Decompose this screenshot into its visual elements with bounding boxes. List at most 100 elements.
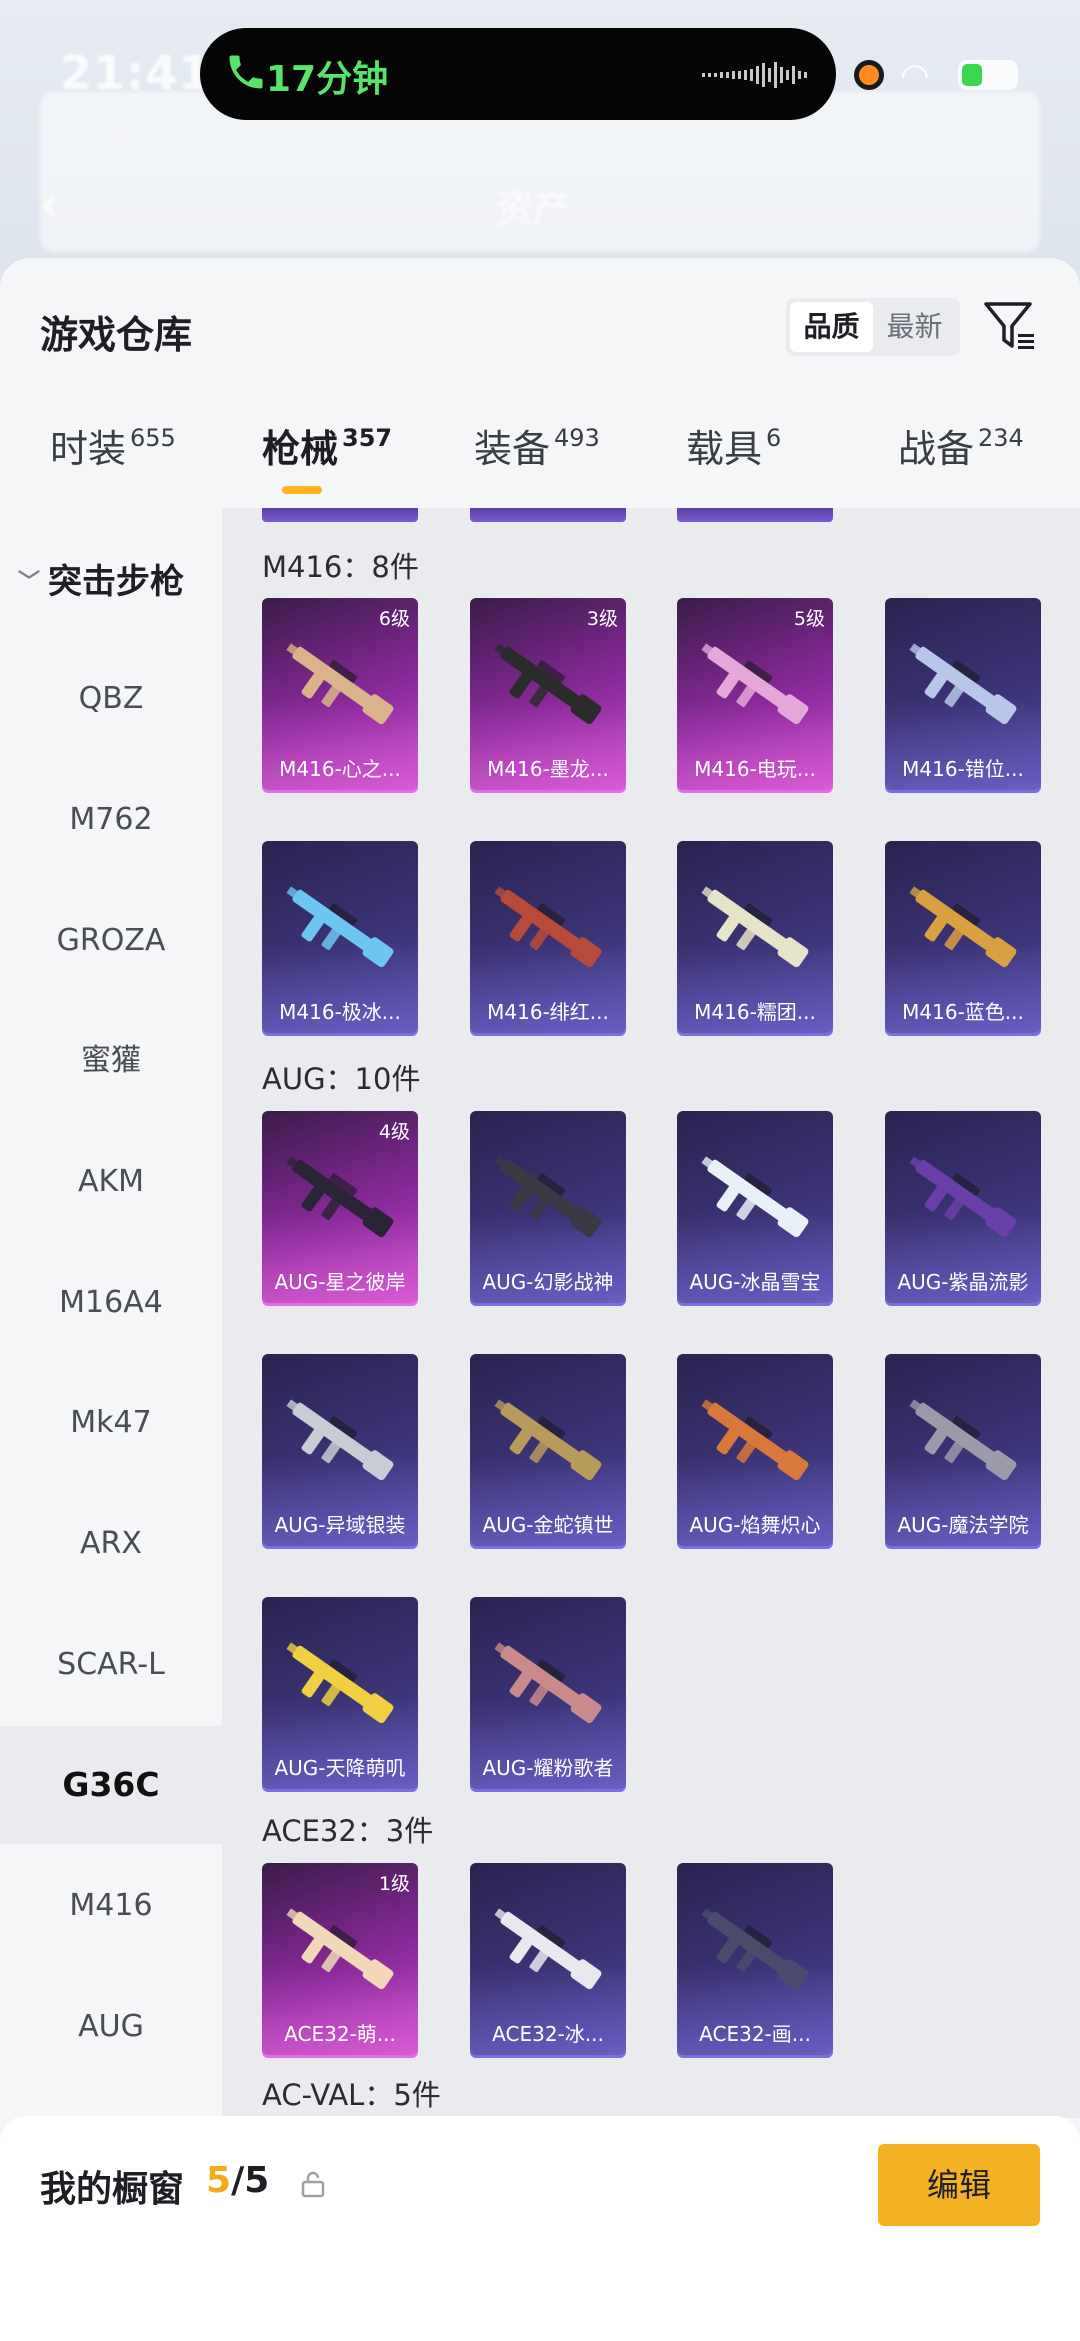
audio-wave-icon: [702, 62, 807, 88]
skin-card[interactable]: AUG-紫晶流影: [885, 1111, 1041, 1303]
skin-name: AUG-异域银装: [274, 1513, 406, 1537]
dynamic-island-call[interactable]: 17分钟: [200, 28, 836, 120]
skin-name: ACE32-萌...: [284, 2022, 396, 2046]
skin-card[interactable]: 3级 M416-墨龙...: [470, 598, 626, 790]
sidebar-item-m762[interactable]: M762: [0, 761, 222, 879]
skin-card[interactable]: ACE32-画...: [677, 1863, 833, 2055]
sidebar-item-honey-badger[interactable]: 蜜獾: [0, 1002, 222, 1120]
skin-card[interactable]: ACE32-冰...: [470, 1863, 626, 2055]
sidebar-item-m416[interactable]: M416: [0, 1847, 222, 1965]
tab-equipment[interactable]: 装备 493: [474, 418, 600, 508]
sidebar-item-arx[interactable]: ARX: [0, 1485, 222, 1603]
active-tab-indicator: [282, 486, 322, 494]
skin-name: M416-心之...: [279, 757, 401, 781]
tab-guns[interactable]: 枪械 357: [262, 418, 392, 508]
tab-label: 载具: [686, 427, 763, 471]
skin-card[interactable]: AUG-焰舞炽心: [677, 1354, 833, 1546]
wifi-icon: ◠: [900, 56, 930, 96]
sidebar-item-aug[interactable]: AUG: [0, 1968, 222, 2086]
rifle-icon: [286, 1908, 394, 1990]
skin-name: AUG-幻影战神: [482, 1270, 614, 1294]
skin-card[interactable]: 5级 M416-电玩...: [677, 598, 833, 790]
sidebar-item-g36c[interactable]: G36C: [0, 1726, 222, 1844]
sort-quality-button[interactable]: 品质: [790, 302, 873, 352]
weapon-sidebar: ﹀ 突击步枪 QBZ M762 GROZA 蜜獾 AKM M16A4 Mk47 A…: [0, 508, 222, 2341]
skin-name: M416-蓝色...: [902, 1000, 1024, 1024]
lock-icon[interactable]: [300, 2170, 326, 2198]
group-title-m416: M416：8件: [262, 550, 419, 584]
skin-name: AUG-魔法学院: [897, 1513, 1029, 1537]
rifle-icon: [286, 1642, 394, 1724]
group-title-ac-val: AC-VAL：5件: [262, 2078, 441, 2112]
skin-name: M416-糯团...: [694, 1000, 816, 1024]
background-title: 资产: [495, 187, 572, 231]
group-title-aug: AUG：10件: [262, 1062, 421, 1096]
sheet-title: 游戏仓库: [40, 313, 193, 357]
rifle-icon: [494, 1156, 602, 1238]
skin-card[interactable]: AUG-金蛇镇世: [470, 1354, 626, 1546]
skin-card[interactable]: 6级 M416-心之...: [262, 598, 418, 790]
rifle-icon: [286, 1156, 394, 1238]
showcase-count: 5/5: [206, 2160, 269, 2201]
partial-card: [470, 508, 626, 522]
edit-button[interactable]: 编辑: [878, 2144, 1040, 2226]
skin-card[interactable]: M416-绯红...: [470, 841, 626, 1033]
skin-name: ACE32-冰...: [492, 2022, 604, 2046]
rifle-icon: [909, 1399, 1017, 1481]
sidebar-item-m16a4[interactable]: M16A4: [0, 1244, 222, 1362]
phone-icon: [229, 55, 263, 89]
tab-label: 枪械: [262, 427, 339, 471]
skin-card[interactable]: AUG-幻影战神: [470, 1111, 626, 1303]
tab-vehicles[interactable]: 载具 6: [686, 418, 781, 508]
showcase-current: 5: [206, 2160, 232, 2201]
rifle-icon: [909, 886, 1017, 968]
skin-card[interactable]: M416-蓝色...: [885, 841, 1041, 1033]
tab-outfits[interactable]: 时装 655: [50, 418, 176, 508]
category-tabs: 时装 655 枪械 357 装备 493 载具 6 战备 234: [0, 418, 1080, 508]
tab-count: 6: [766, 424, 782, 452]
sidebar-category[interactable]: ﹀ 突击步枪: [18, 554, 184, 603]
rifle-icon: [494, 643, 602, 725]
sidebar-item-akm[interactable]: AKM: [0, 1123, 222, 1241]
rifle-icon: [909, 1156, 1017, 1238]
group-title-ace32: ACE32：3件: [262, 1814, 434, 1848]
sort-newest-button[interactable]: 最新: [873, 302, 956, 352]
skin-name: AUG-焰舞炽心: [689, 1513, 821, 1537]
status-icons: ◠: [854, 56, 1054, 96]
skin-card[interactable]: AUG-异域银装: [262, 1354, 418, 1546]
showcase-label: 我的橱窗: [40, 2169, 185, 2210]
skin-card[interactable]: AUG-天降萌叽: [262, 1597, 418, 1789]
rifle-icon: [701, 1908, 809, 1990]
skin-name: AUG-冰晶雪宝: [689, 1270, 821, 1294]
skin-grid: M416：8件 AUG：10件 ACE32：3件 AC-VAL：5件 6级 M41…: [222, 508, 1080, 2118]
rifle-icon: [494, 1908, 602, 1990]
skin-card[interactable]: AUG-冰晶雪宝: [677, 1111, 833, 1303]
skin-card[interactable]: M416-错位...: [885, 598, 1041, 790]
rifle-icon: [494, 1642, 602, 1724]
skin-card[interactable]: AUG-魔法学院: [885, 1354, 1041, 1546]
skin-card[interactable]: M416-糯团...: [677, 841, 833, 1033]
skin-card[interactable]: 1级 ACE32-萌...: [262, 1863, 418, 2055]
rifle-icon: [701, 1156, 809, 1238]
sidebar-item-groza[interactable]: GROZA: [0, 882, 222, 1000]
back-icon: ‹: [40, 176, 60, 232]
filter-icon[interactable]: [982, 298, 1038, 354]
sidebar-item-mk47[interactable]: Mk47: [0, 1364, 222, 1482]
skin-name: M416-电玩...: [694, 757, 816, 781]
skin-name: M416-绯红...: [487, 1000, 609, 1024]
rifle-icon: [701, 1399, 809, 1481]
sidebar-item-scar-l[interactable]: SCAR-L: [0, 1606, 222, 1724]
status-time: 21:41: [60, 46, 212, 100]
skin-card[interactable]: 4级 AUG-星之彼岸: [262, 1111, 418, 1303]
skin-name: AUG-耀粉歌者: [482, 1756, 614, 1780]
tab-supplies[interactable]: 战备 234: [898, 418, 1024, 508]
skin-card[interactable]: M416-极冰...: [262, 841, 418, 1033]
tab-label: 装备: [474, 427, 551, 471]
skin-name: AUG-金蛇镇世: [482, 1513, 614, 1537]
skin-card[interactable]: AUG-耀粉歌者: [470, 1597, 626, 1789]
skin-level: 6级: [378, 608, 410, 630]
sidebar-item-qbz[interactable]: QBZ: [0, 640, 222, 758]
showcase-total: /5: [231, 2160, 270, 2201]
rifle-icon: [909, 643, 1017, 725]
tab-count: 234: [978, 424, 1024, 452]
